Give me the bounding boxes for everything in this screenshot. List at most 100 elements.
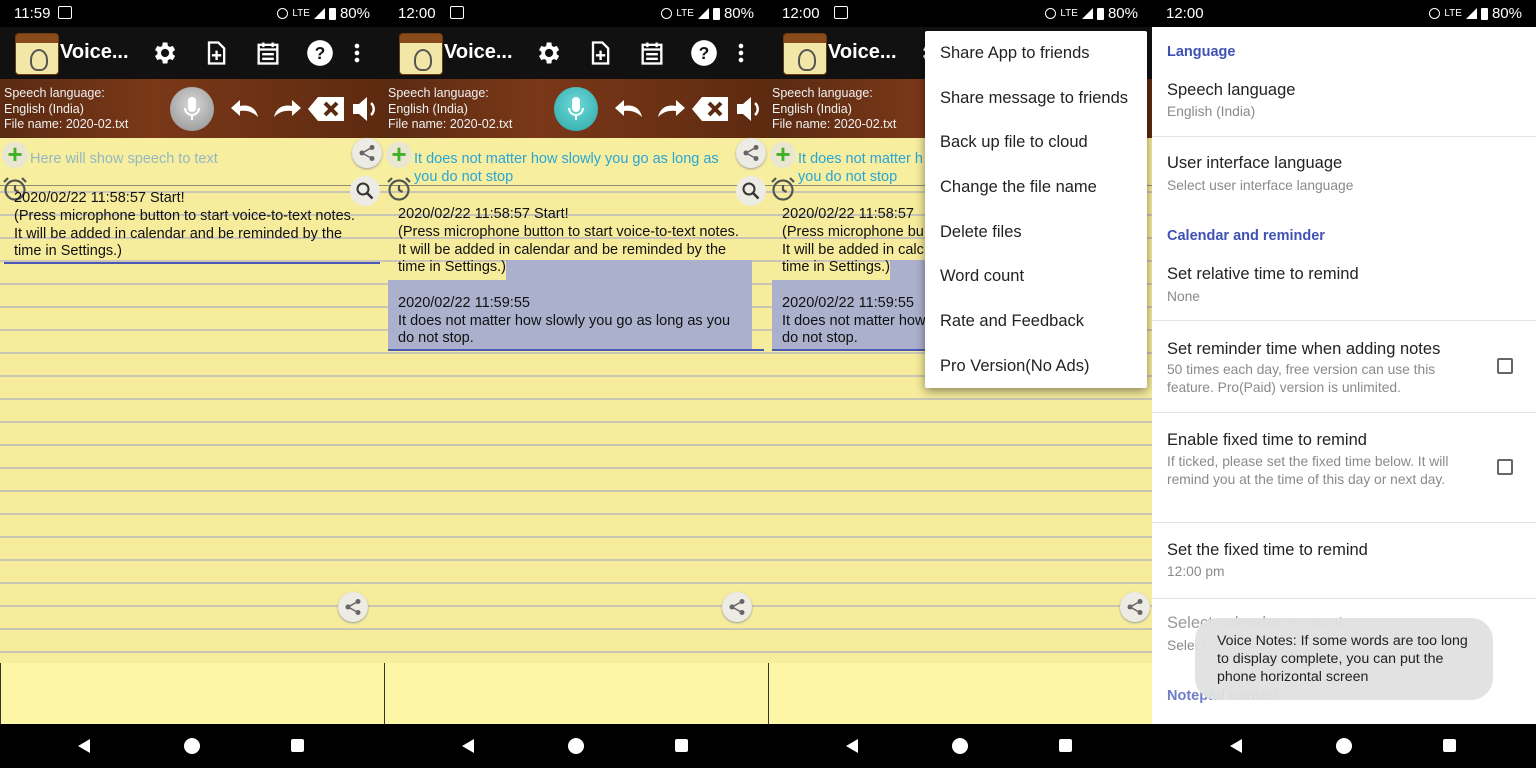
calendar-icon[interactable] [638, 39, 666, 67]
menu-rate-feedback[interactable]: Rate and Feedback [925, 299, 1147, 344]
setting-value: None [1167, 289, 1200, 304]
back-icon[interactable] [78, 739, 90, 753]
share-note-button[interactable] [338, 592, 368, 622]
recent-apps-icon[interactable] [291, 739, 304, 752]
home-icon[interactable] [952, 738, 968, 754]
speaker-icon[interactable] [350, 91, 380, 127]
bottom-input-strip[interactable] [768, 663, 1152, 724]
back-icon[interactable] [1230, 739, 1242, 753]
speech-row: + It does not matter how slowly you go a… [384, 138, 768, 186]
recent-apps-icon[interactable] [1059, 739, 1072, 752]
app-bar: Voice... ? [384, 27, 768, 79]
recent-apps-icon[interactable] [1443, 739, 1456, 752]
microphone-button[interactable] [554, 87, 598, 131]
clear-text-icon[interactable] [306, 91, 346, 127]
note-text-block-2[interactable]: 2020/02/22 11:59:55 It does not matter h… [398, 277, 758, 348]
note-text-block-1[interactable]: 2020/02/22 11:58:57 (Press microphone bu… [782, 206, 932, 277]
new-file-icon[interactable] [586, 39, 614, 67]
alarm-icon [661, 8, 673, 19]
menu-pro-version[interactable]: Pro Version(No Ads) [925, 344, 1147, 389]
bottom-input-strip[interactable] [0, 663, 384, 724]
back-icon[interactable] [846, 739, 858, 753]
battery-icon [328, 7, 336, 20]
setting-fixed-enable[interactable]: Enable fixed time to remind If ticked, p… [1152, 413, 1536, 523]
status-bar: 12:00 LTE 80% [1152, 0, 1536, 27]
setting-title: Set the fixed time to remind [1167, 541, 1368, 559]
overflow-menu-icon[interactable] [734, 39, 748, 67]
add-speech-button[interactable]: + [2, 141, 28, 168]
reminder-adding-checkbox[interactable] [1497, 358, 1513, 374]
home-icon[interactable] [184, 738, 200, 754]
toast-message: Voice Notes: If some words are too long … [1195, 618, 1493, 700]
setting-reminder-adding[interactable]: Set reminder time when adding notes 50 t… [1152, 321, 1536, 413]
setting-speech-language[interactable]: Speech language English (India) [1152, 67, 1536, 137]
setting-subtitle: If ticked, please set the fixed time bel… [1167, 454, 1449, 487]
redo-icon[interactable] [268, 91, 304, 127]
settings-gear-icon[interactable] [150, 39, 178, 67]
menu-change-file-name[interactable]: Change the file name [925, 165, 1147, 210]
help-icon[interactable]: ? [306, 39, 334, 67]
home-icon[interactable] [1336, 738, 1352, 754]
recent-apps-icon[interactable] [675, 739, 688, 752]
network-label: LTE [1060, 8, 1078, 19]
svg-text:?: ? [315, 43, 326, 63]
menu-delete-files[interactable]: Delete files [925, 210, 1147, 255]
setting-fixed-time[interactable]: Set the fixed time to remind 12:00 pm [1152, 523, 1536, 599]
nav-bar [768, 724, 1152, 768]
file-name: File name: 2020-02.txt [772, 117, 897, 131]
note-text-block-2[interactable]: 2020/02/22 11:59:55 It does not matter h… [782, 277, 932, 348]
app-title: Voice... [444, 41, 513, 63]
share-speech-button[interactable] [352, 138, 382, 168]
help-icon[interactable]: ? [690, 39, 718, 67]
menu-backup-cloud[interactable]: Back up file to cloud [925, 120, 1147, 165]
setting-value: 12:00 pm [1167, 564, 1225, 579]
note-text-block-1[interactable]: 2020/02/22 11:58:57 Start! (Press microp… [398, 206, 758, 277]
share-speech-button[interactable] [736, 138, 766, 168]
home-icon[interactable] [568, 738, 584, 754]
search-button[interactable] [736, 176, 766, 206]
settings-gear-icon[interactable] [534, 39, 562, 67]
setting-relative-time[interactable]: Set relative time to remind None [1152, 249, 1536, 321]
app-title: Voice... [828, 41, 897, 63]
bottom-input-strip[interactable] [384, 663, 768, 724]
setting-value: English (India) [1167, 104, 1256, 119]
search-icon [742, 182, 760, 200]
share-note-button[interactable] [1120, 592, 1150, 622]
speech-text-placeholder: Here will show speech to text [30, 151, 218, 167]
battery-icon [1096, 7, 1104, 20]
nav-bar [1152, 724, 1536, 768]
share-icon [359, 145, 375, 161]
menu-word-count[interactable]: Word count [925, 254, 1147, 299]
notepad-area[interactable]: + It does not matter how slowly you go a… [384, 138, 768, 724]
clear-text-icon[interactable] [690, 91, 730, 127]
back-icon[interactable] [462, 739, 474, 753]
network-label: LTE [292, 8, 310, 19]
redo-icon[interactable] [652, 91, 688, 127]
undo-icon[interactable] [228, 91, 264, 127]
file-name: File name: 2020-02.txt [388, 117, 513, 131]
voice-toolbar: Speech language: English (India) File na… [384, 79, 768, 138]
add-speech-button[interactable]: + [386, 141, 412, 168]
alarm-icon [1045, 8, 1057, 19]
calendar-icon[interactable] [254, 39, 282, 67]
signal-icon [1081, 8, 1093, 19]
menu-share-app[interactable]: Share App to friends [925, 31, 1147, 76]
notepad-area[interactable]: + Here will show speech to text 2020/02/… [0, 138, 384, 724]
microphone-button[interactable] [170, 87, 214, 131]
nav-bar [0, 724, 384, 768]
share-note-button[interactable] [722, 592, 752, 622]
menu-share-message[interactable]: Share message to friends [925, 76, 1147, 121]
reminder-clock-button[interactable] [386, 176, 412, 202]
setting-ui-language[interactable]: User interface language Select user inte… [1152, 137, 1536, 219]
new-file-icon[interactable] [202, 39, 230, 67]
reminder-clock-button[interactable] [770, 176, 796, 202]
note-text[interactable]: 2020/02/22 11:58:57 Start! (Press microp… [14, 190, 374, 261]
overflow-menu-icon[interactable] [350, 39, 364, 67]
undo-icon[interactable] [612, 91, 648, 127]
add-speech-button[interactable]: + [770, 141, 796, 168]
speaker-icon[interactable] [734, 91, 764, 127]
battery-level: 80% [1107, 5, 1138, 22]
setting-subtitle: Select user interface language [1167, 178, 1354, 193]
fixed-enable-checkbox[interactable] [1497, 459, 1513, 475]
note-underline [772, 349, 932, 351]
